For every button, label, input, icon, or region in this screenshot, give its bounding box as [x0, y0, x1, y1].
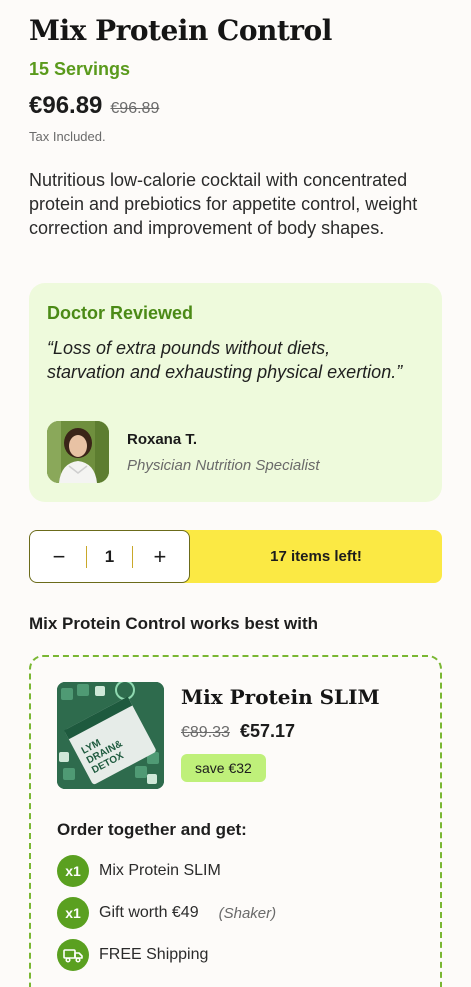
- truck-icon: [57, 939, 89, 971]
- servings-label: 15 Servings: [29, 59, 131, 79]
- product-description: Nutritious low-calorie cocktail with con…: [29, 170, 418, 238]
- reviewer-info: Roxana T. Physician Nutrition Specialist: [127, 431, 320, 474]
- reviewer-avatar: [47, 421, 109, 483]
- reviewer-role: Physician Nutrition Specialist: [127, 456, 320, 474]
- decrease-button[interactable]: −: [50, 544, 68, 570]
- order-together-heading: Order together and get:: [57, 820, 247, 839]
- bundle-product-name[interactable]: Mix Protein SLIM: [181, 685, 380, 709]
- review-heading: Doctor Reviewed: [47, 303, 194, 323]
- reviewer-name: Roxana T.: [127, 430, 198, 448]
- tax-note: Tax Included.: [29, 129, 106, 144]
- bundle-sale-price: €57.17: [239, 721, 295, 741]
- bundle-prices: €89.33 €57.17: [181, 721, 295, 742]
- save-badge: save €32: [181, 754, 266, 782]
- quantity-stepper[interactable]: − 1 +: [29, 530, 190, 583]
- bundle-offer-card: LYM DRAIN& DETOX Mix Protein SLIM €89.33…: [29, 655, 442, 987]
- current-price: €96.89: [29, 92, 103, 119]
- doctor-review-card: Doctor Reviewed “Loss of extra pounds wi…: [29, 283, 442, 502]
- perk-item: x1 Gift worth €49 (Shaker): [57, 892, 276, 934]
- perk-item: FREE Shipping: [57, 934, 276, 976]
- perk-text: Gift worth €49: [99, 904, 199, 921]
- perk-note: (Shaker): [218, 904, 277, 922]
- review-quote: “Loss of extra pounds without diets, sta…: [47, 338, 403, 382]
- perks-list: x1 Mix Protein SLIM x1 Gift worth €49 (S…: [57, 850, 276, 976]
- works-best-heading: Mix Protein Control works best with: [29, 614, 319, 633]
- bundle-original-price: €89.33: [181, 724, 230, 741]
- perk-text: FREE Shipping: [99, 946, 209, 963]
- quantity-badge-icon: x1: [57, 855, 89, 887]
- quantity-badge-icon: x1: [57, 897, 89, 929]
- increase-button[interactable]: +: [151, 544, 169, 570]
- quantity-row: − 1 + 17 items left!: [29, 530, 442, 583]
- reviewer: Roxana T. Physician Nutrition Specialist: [47, 421, 320, 483]
- original-price: €96.89: [110, 100, 160, 117]
- bundle-product-image: LYM DRAIN& DETOX: [57, 682, 164, 789]
- perk-text: Mix Protein SLIM: [99, 862, 221, 879]
- stepper-divider: [132, 545, 134, 568]
- price-row: €96.89 €96.89: [29, 92, 159, 120]
- product-title: Mix Protein Control: [29, 14, 332, 47]
- quantity-value[interactable]: 1: [105, 547, 114, 567]
- stock-status: 17 items left!: [182, 530, 442, 583]
- perk-item: x1 Mix Protein SLIM: [57, 850, 276, 892]
- product-page: Mix Protein Control 15 Servings €96.89 €…: [0, 0, 471, 987]
- stepper-divider: [85, 545, 87, 568]
